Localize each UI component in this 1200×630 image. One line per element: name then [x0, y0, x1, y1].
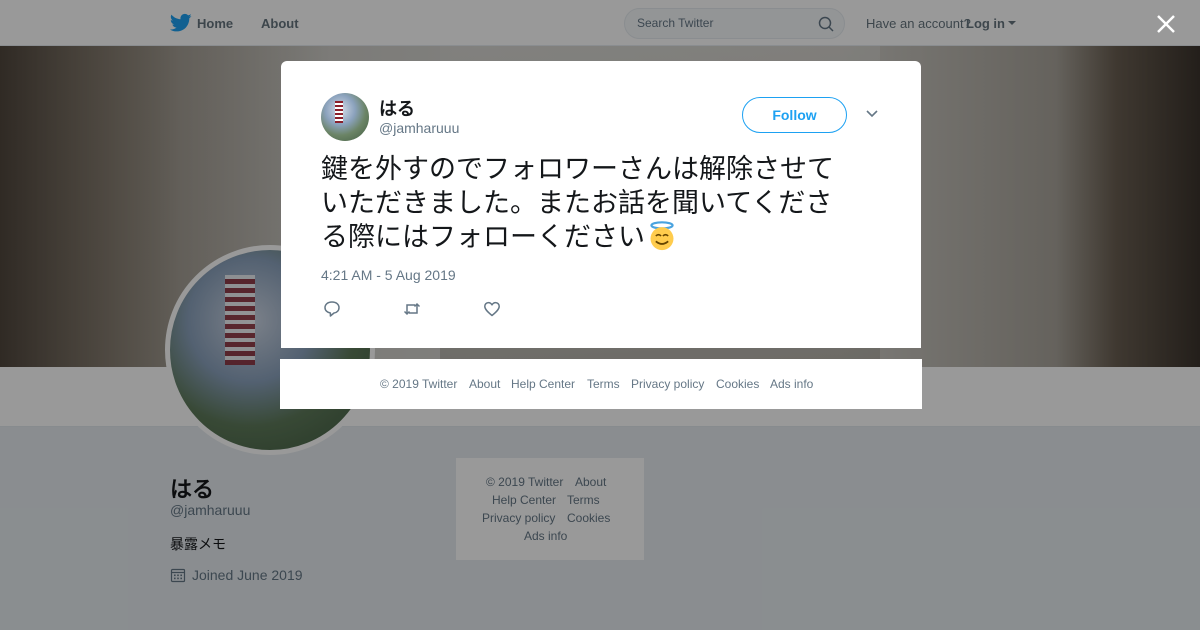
- footer-about-link[interactable]: About: [469, 377, 500, 391]
- tweet-author-name[interactable]: はる: [379, 95, 415, 121]
- tweet-text-line: いただきました。またお話を聞いてくださ: [321, 188, 833, 218]
- smiling-face-with-halo-icon: [650, 221, 674, 251]
- reply-icon[interactable]: [323, 300, 341, 318]
- footer-privacy-link[interactable]: Privacy policy: [631, 377, 704, 391]
- tweet-modal: はる @jamharuuu Follow 鍵を外すのでフォロワーさんは解除させて…: [281, 61, 921, 348]
- footer-help-link[interactable]: Help Center: [511, 377, 575, 391]
- tweet-text-line-last: る際にはフォローください: [321, 220, 866, 254]
- footer-terms-link[interactable]: Terms: [587, 377, 620, 391]
- tweet-text-line: る際にはフォローください: [321, 222, 645, 252]
- tweet-text-line: 鍵を外すのでフォロワーさんは解除させて: [321, 154, 834, 184]
- follow-button[interactable]: Follow: [742, 97, 847, 133]
- chevron-down-icon[interactable]: [865, 109, 879, 119]
- modal-footer: © 2019 Twitter About Help Center Terms P…: [280, 359, 922, 409]
- like-heart-icon[interactable]: [483, 300, 501, 318]
- tweet-author-avatar[interactable]: [321, 93, 369, 141]
- footer-ads-link[interactable]: Ads info: [770, 377, 813, 391]
- tweet-timestamp[interactable]: 4:21 AM - 5 Aug 2019: [321, 267, 456, 283]
- tweet-author-handle[interactable]: @jamharuuu: [379, 120, 459, 136]
- tweet-text: 鍵を外すのでフォロワーさんは解除させて いただきました。またお話を聞いてくださ …: [321, 152, 866, 254]
- close-icon[interactable]: [1154, 12, 1178, 36]
- retweet-icon[interactable]: [403, 300, 421, 318]
- avatar-photo-detail: [335, 101, 343, 123]
- footer-cookies-link[interactable]: Cookies: [716, 377, 759, 391]
- footer-copyright: © 2019 Twitter: [380, 377, 458, 391]
